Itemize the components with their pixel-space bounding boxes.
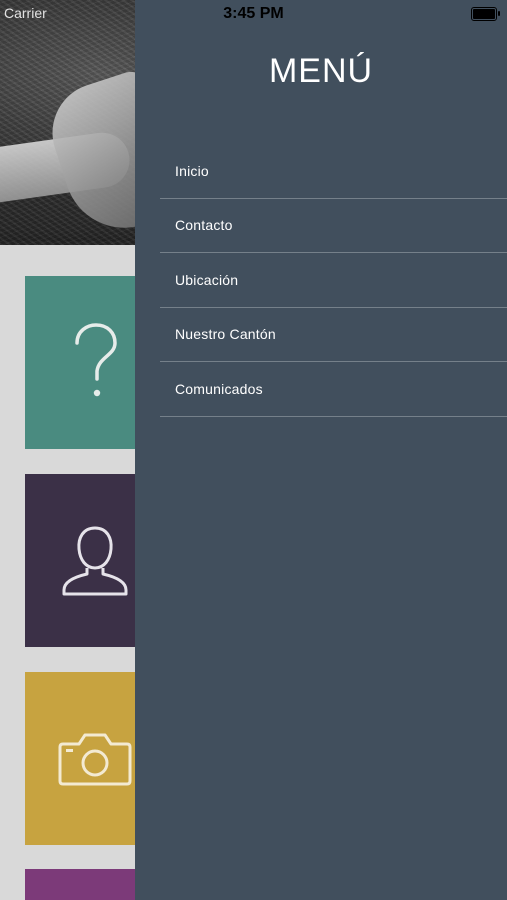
menu-item-inicio[interactable]: Inicio [160, 144, 507, 199]
navigation-drawer: MENÚ Inicio Contacto Ubicación Nuestro C… [135, 0, 507, 900]
battery-icon [471, 7, 500, 21]
menu-item-nuestro-canton[interactable]: Nuestro Cantón [160, 308, 507, 362]
status-bar: Carrier 3:45 PM [0, 0, 507, 28]
user-icon [62, 525, 128, 595]
drawer-menu: Inicio Contacto Ubicación Nuestro Cantón… [160, 144, 507, 417]
menu-item-comunicados[interactable]: Comunicados [160, 362, 507, 417]
menu-item-contacto[interactable]: Contacto [160, 199, 507, 253]
question-mark-icon [75, 322, 117, 396]
status-time: 3:45 PM [223, 5, 284, 22]
drawer-title: MENÚ [268, 52, 374, 90]
menu-item-ubicacion[interactable]: Ubicación [160, 253, 507, 308]
camera-icon [58, 733, 132, 785]
